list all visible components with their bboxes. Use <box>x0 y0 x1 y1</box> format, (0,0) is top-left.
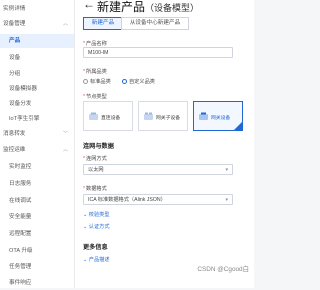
sidebar-item-group[interactable]: 分组 <box>0 67 74 81</box>
sidebar-item-task-management[interactable]: 任务管理 <box>0 260 74 274</box>
page-title: 新建产品（设备模型） <box>97 0 200 14</box>
data-format-select[interactable]: ICA 标准数据格式（Alink JSON） ▾ <box>83 194 233 205</box>
sidebar-item-product[interactable]: 产品 <box>0 34 74 48</box>
selected-check-icon <box>234 122 242 130</box>
node-type-label: *节点类型 <box>83 94 107 100</box>
sidebar-item-message-forwarding[interactable]: 消息转发 ﹀ <box>0 127 74 141</box>
radio-standard-category[interactable]: 标准品类 <box>83 78 111 85</box>
sidebar-item-device-distribution[interactable]: 设备分发 <box>0 97 74 111</box>
sidebar-item-log-service[interactable]: 日志服务 <box>0 177 74 191</box>
network-section-title: 连网与数据 <box>83 143 114 150</box>
tab-from-device-center[interactable]: 从设备中心新建产品 <box>121 17 189 30</box>
auth-method-link[interactable]: ⌄ 认证方式 <box>83 223 110 230</box>
device-icon <box>89 112 98 120</box>
radio-icon <box>83 79 88 85</box>
sidebar-item-device[interactable]: 设备 <box>0 51 74 65</box>
product-name-input[interactable]: M100-IM <box>83 47 233 58</box>
sidebar-item-realtime-monitor[interactable]: 实时监控 <box>0 160 74 174</box>
node-card-direct-device[interactable]: 直连设备 <box>83 101 133 131</box>
chevron-down-icon: ﹀ <box>62 131 68 137</box>
category-label: *所属品类 <box>83 69 107 75</box>
sidebar-item-device-simulator[interactable]: 设备模拟器 <box>0 82 74 96</box>
watermark: CSDN @Cgood白 <box>197 266 249 273</box>
node-card-gateway-subdevice[interactable]: 网关子设备 <box>138 101 188 131</box>
chevron-down-icon: ▾ <box>225 197 228 203</box>
tab-new-product[interactable]: 新建产品 <box>83 17 123 30</box>
more-info-section-title: 更多信息 <box>83 244 108 251</box>
main-panel: ← 新建产品（设备模型） 新建产品 从设备中心新建产品 *产品名称 M100-I… <box>75 0 254 288</box>
sidebar-item-instance-detail[interactable]: 实例详情 <box>0 2 74 16</box>
sidebar-item-security[interactable]: 安全能量 <box>0 210 74 224</box>
verify-type-link[interactable]: ⌄ 校验类型 <box>83 211 110 218</box>
page-subtitle: （设备模型） <box>145 3 200 13</box>
product-name-label: *产品名称 <box>83 41 107 47</box>
sidebar-item-monitoring[interactable]: 监控运维 ︿ <box>0 143 74 157</box>
sidebar-item-remote-config[interactable]: 远程配置 <box>0 227 74 241</box>
subdevice-icon <box>144 112 153 120</box>
gateway-icon <box>199 112 208 120</box>
data-format-label: *数据格式 <box>83 186 107 192</box>
node-card-gateway-device[interactable]: 网关设备 <box>193 101 243 131</box>
network-method-select[interactable]: 以太网 ▾ <box>83 164 233 175</box>
network-method-label: *连网方式 <box>83 156 107 162</box>
sidebar-item-online-debug[interactable]: 在线调试 <box>0 194 74 208</box>
radio-checked-icon <box>122 79 127 85</box>
radio-custom-category[interactable]: 自定义品类 <box>122 78 155 85</box>
chevron-up-icon: ︿ <box>62 147 68 153</box>
sidebar-item-ota[interactable]: OTA 升级 <box>0 244 74 258</box>
sidebar-item-iot-twin[interactable]: IoT孪生引擎 <box>0 112 74 126</box>
chevron-up-icon: ︿ <box>62 21 68 27</box>
chevron-down-icon: ▾ <box>225 167 228 173</box>
sidebar-item-device-management[interactable]: 设备管理 ︿ <box>0 17 74 31</box>
sidebar: 实例详情 设备管理 ︿ 产品 设备 分组 设备模拟器 设备分发 IoT孪生引擎 消… <box>0 0 75 288</box>
product-description-link[interactable]: ⌄ 产品描述 <box>83 256 110 263</box>
arrow-left-icon[interactable]: ← <box>83 0 95 11</box>
